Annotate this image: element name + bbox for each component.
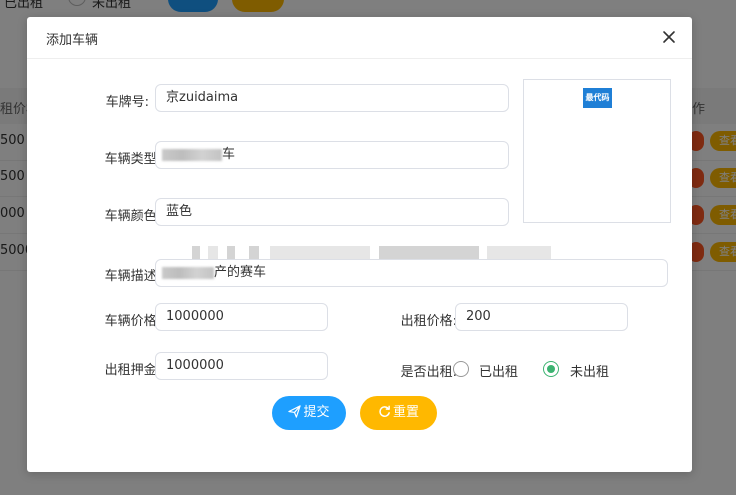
- description-input-value: 产的赛车: [214, 265, 267, 280]
- deposit-label: 出租押金:: [104, 363, 161, 378]
- price-label: 车辆价格:: [104, 314, 161, 329]
- zuidaima-logo: 最代码: [583, 88, 612, 108]
- rented-yes-label[interactable]: 已出租: [479, 361, 518, 380]
- rent-price-input[interactable]: 200: [455, 303, 628, 331]
- deposit-input[interactable]: 1000000: [155, 352, 328, 380]
- description-input[interactable]: 产的赛车: [155, 259, 668, 287]
- rented-label: 是否出租:: [400, 365, 457, 380]
- dialog-title: 添加车辆: [46, 33, 99, 48]
- plate-input-value: 京zuidaima: [166, 90, 239, 105]
- price-input[interactable]: 1000000: [155, 303, 328, 331]
- rent-price-input-value: 200: [466, 309, 491, 324]
- vehicle-image-preview[interactable]: 最代码: [523, 79, 671, 223]
- dialog-header: 添加车辆: [27, 17, 692, 59]
- rented-yes-radio[interactable]: [453, 361, 469, 377]
- submit-button[interactable]: 提交: [272, 396, 346, 430]
- refresh-icon: [379, 405, 390, 417]
- color-input[interactable]: 蓝色: [155, 198, 509, 226]
- send-icon: [288, 405, 302, 418]
- rented-no-radio[interactable]: [543, 361, 559, 377]
- type-input[interactable]: 车: [155, 141, 509, 169]
- color-label: 车辆颜色:: [104, 209, 161, 224]
- reset-button[interactable]: 重置: [360, 396, 437, 430]
- add-vehicle-dialog: 添加车辆 车牌号: 京zuidaima 最代码 车辆类型: 车 车辆颜色: 蓝色…: [27, 17, 692, 472]
- description-label: 车辆描述:: [104, 269, 161, 284]
- rent-price-label: 出租价格:: [400, 314, 457, 329]
- type-input-value: 车: [222, 147, 236, 162]
- price-input-value: 1000000: [166, 309, 224, 324]
- blurred-text: [162, 148, 222, 161]
- reset-button-label: 重置: [392, 405, 419, 420]
- plate-label: 车牌号:: [105, 95, 149, 110]
- color-input-value: 蓝色: [166, 204, 193, 219]
- deposit-input-value: 1000000: [166, 358, 224, 373]
- type-label: 车辆类型:: [104, 152, 161, 167]
- blurred-text: [162, 266, 214, 279]
- close-icon[interactable]: [660, 28, 678, 46]
- rented-no-label[interactable]: 未出租: [570, 361, 609, 380]
- plate-input[interactable]: 京zuidaima: [155, 84, 509, 112]
- submit-button-label: 提交: [303, 405, 330, 420]
